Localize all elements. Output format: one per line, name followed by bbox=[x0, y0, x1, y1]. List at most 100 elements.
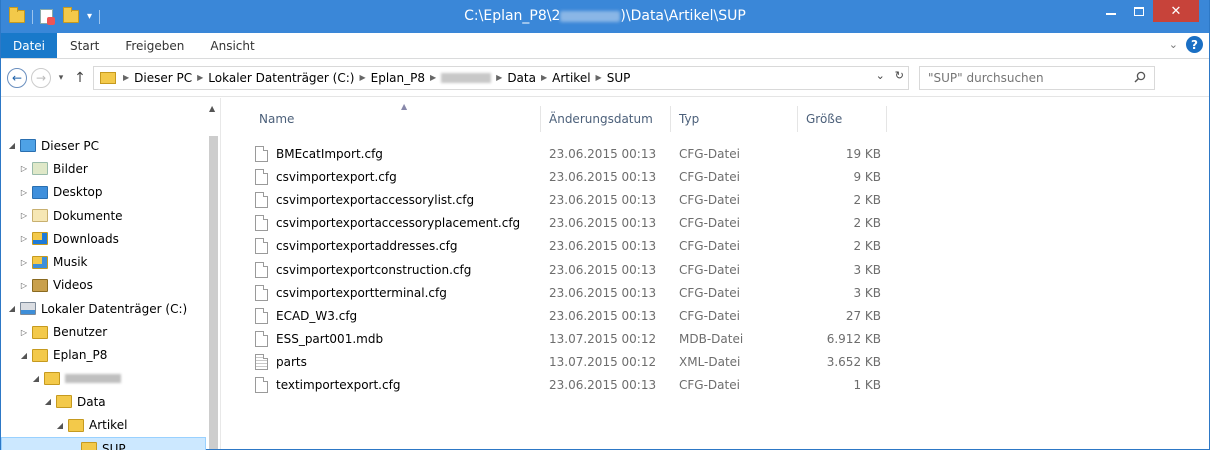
expander-icon[interactable]: ▷ bbox=[19, 188, 29, 197]
tree-item[interactable]: ◢ Artikel bbox=[1, 414, 206, 437]
close-button[interactable]: ✕ bbox=[1153, 0, 1199, 22]
forward-button[interactable]: → bbox=[31, 67, 51, 88]
maximize-button[interactable] bbox=[1125, 0, 1153, 22]
file-row[interactable]: csvimportexport.cfg 23.06.2015 00:13 CFG-D… bbox=[251, 165, 887, 188]
file-icon bbox=[255, 145, 268, 162]
scrollbar-thumb[interactable] bbox=[209, 136, 218, 449]
customize-toolbar-icon[interactable]: ▾ bbox=[87, 11, 92, 22]
tree-item[interactable]: ◢ Data bbox=[1, 390, 206, 413]
folder-icon bbox=[32, 348, 48, 362]
breadcrumb-data[interactable]: Data bbox=[507, 71, 536, 85]
breadcrumb-eplan-p8[interactable]: Eplan_P8 bbox=[371, 71, 425, 85]
file-row[interactable]: ECAD_W3.cfg 23.06.2015 00:13 CFG-Datei 27 K… bbox=[251, 304, 887, 327]
address-dropdown-icon[interactable]: ⌄ bbox=[876, 69, 885, 82]
file-name: parts bbox=[276, 355, 307, 370]
tree-item[interactable]: ▷ Bilder bbox=[1, 157, 206, 180]
expander-icon[interactable]: ▷ bbox=[19, 211, 29, 220]
file-size: 2 KB bbox=[853, 239, 881, 254]
file-row[interactable]: csvimportexportaddresses.cfg 23.06.2015 0… bbox=[251, 235, 887, 258]
tree-item-label: Musik bbox=[53, 255, 88, 270]
tab-start[interactable]: Start bbox=[57, 33, 112, 58]
tree-item-label: Data bbox=[77, 394, 106, 409]
tree-item[interactable]: ◢ Lokaler Datenträger (C:) bbox=[1, 297, 206, 320]
tab-datei[interactable]: Datei bbox=[1, 33, 58, 58]
file-row[interactable]: csvimportexportconstruction.cfg 23.06.201… bbox=[251, 258, 887, 281]
column-header-type[interactable]: Typ bbox=[671, 106, 798, 132]
tree-item[interactable]: SUP bbox=[1, 436, 206, 450]
search-icon[interactable] bbox=[1134, 71, 1146, 83]
help-icon[interactable]: ? bbox=[1186, 36, 1203, 53]
file-date: 23.06.2015 00:13 bbox=[549, 146, 657, 161]
tree-item-label: Downloads bbox=[53, 231, 119, 246]
tab-freigeben[interactable]: Freigeben bbox=[112, 33, 197, 58]
up-button[interactable]: ↑ bbox=[71, 70, 89, 86]
column-header-date[interactable]: Änderungsdatum bbox=[541, 106, 671, 132]
search-input[interactable] bbox=[928, 70, 1118, 85]
tree-item[interactable]: ◢ Dieser PC bbox=[1, 134, 206, 157]
file-row[interactable]: csvimportexportterminal.cfg 23.06.2015 00… bbox=[251, 281, 887, 304]
navigation-pane-scrollbar[interactable]: ▲ bbox=[206, 98, 220, 449]
breadcrumb-separator[interactable]: ▶ bbox=[496, 73, 502, 82]
expander-icon[interactable]: ▷ bbox=[19, 234, 29, 243]
tree-item[interactable]: ▷ Videos bbox=[1, 274, 206, 297]
scroll-up-icon[interactable]: ▲ bbox=[209, 104, 215, 113]
drive-icon bbox=[20, 302, 36, 316]
breadcrumb-separator[interactable]: ▶ bbox=[197, 73, 203, 82]
tab-ansicht[interactable]: Ansicht bbox=[197, 33, 267, 58]
column-header-size[interactable]: Größe bbox=[798, 106, 887, 132]
minimize-button[interactable] bbox=[1097, 0, 1125, 22]
expander-icon[interactable]: ◢ bbox=[19, 351, 29, 360]
quick-access-toolbar: ▾ bbox=[1, 0, 103, 33]
tree-item[interactable]: ▷ Benutzer bbox=[1, 320, 206, 343]
file-row[interactable]: textimportexport.cfg 23.06.2015 00:13 CFG-… bbox=[251, 374, 887, 397]
tree-item[interactable]: ◢ Eplan_P8 bbox=[1, 344, 206, 367]
expander-icon[interactable]: ▷ bbox=[19, 164, 29, 173]
tree-item[interactable]: ▷ Desktop bbox=[1, 181, 206, 204]
file-row[interactable]: csvimportexportaccessorylist.cfg 23.06.20… bbox=[251, 188, 887, 211]
expander-icon[interactable]: ◢ bbox=[31, 374, 41, 383]
file-row[interactable]: BMEcatImport.cfg 23.06.2015 00:13 CFG-Date… bbox=[251, 142, 887, 165]
breadcrumb-dieser-pc[interactable]: Dieser PC bbox=[134, 71, 192, 85]
file-type: XML-Datei bbox=[679, 355, 741, 370]
expander-icon[interactable]: ▷ bbox=[19, 281, 29, 290]
expander-icon[interactable]: ▷ bbox=[19, 328, 29, 337]
expander-icon[interactable]: ◢ bbox=[55, 421, 65, 430]
tree-item[interactable]: ◢ bbox=[1, 367, 206, 390]
recent-locations-button[interactable]: ▾ bbox=[55, 73, 67, 83]
expander-icon[interactable]: ▷ bbox=[19, 258, 29, 267]
file-icon bbox=[255, 261, 268, 278]
expand-ribbon-icon[interactable]: ⌄ bbox=[1169, 38, 1178, 51]
tree-item[interactable]: ▷ Musik bbox=[1, 250, 206, 273]
breadcrumb-separator[interactable]: ▶ bbox=[596, 73, 602, 82]
new-folder-icon[interactable] bbox=[63, 7, 79, 23]
file-date: 13.07.2015 00:12 bbox=[549, 332, 657, 347]
file-row[interactable]: ESS_part001.mdb 13.07.2015 00:12 MDB-Datei… bbox=[251, 328, 887, 351]
file-icon bbox=[255, 238, 268, 255]
file-name: csvimportexport.cfg bbox=[276, 169, 397, 184]
breadcrumb-redacted[interactable] bbox=[441, 72, 492, 83]
explorer-window: ▾ C:\Eplan_P8\2)\Data\Artikel\SUP ✕ Date… bbox=[0, 0, 1210, 450]
breadcrumb-drive-c[interactable]: Lokaler Datenträger (C:) bbox=[208, 71, 354, 85]
back-button[interactable]: ← bbox=[7, 67, 27, 88]
expander-icon[interactable]: ◢ bbox=[43, 397, 53, 406]
breadcrumb-separator[interactable]: ▶ bbox=[541, 73, 547, 82]
breadcrumb-separator[interactable]: ▶ bbox=[123, 73, 129, 82]
breadcrumb-artikel[interactable]: Artikel bbox=[552, 71, 590, 85]
breadcrumb-separator[interactable]: ▶ bbox=[359, 73, 365, 82]
file-row[interactable]: csvimportexportaccessoryplacement.cfg 23.… bbox=[251, 212, 887, 235]
expander-icon[interactable]: ◢ bbox=[7, 304, 17, 313]
properties-icon[interactable] bbox=[40, 9, 55, 25]
file-size: 3 KB bbox=[853, 285, 881, 300]
expander-icon[interactable]: ◢ bbox=[7, 141, 17, 150]
breadcrumb-sup[interactable]: SUP bbox=[607, 71, 631, 85]
file-row[interactable]: parts 13.07.2015 00:12 XML-Datei 3.652 KB bbox=[251, 351, 887, 374]
column-header-name[interactable]: ▲ Name bbox=[251, 102, 541, 132]
refresh-icon[interactable]: ↻ bbox=[895, 69, 904, 82]
breadcrumb-separator[interactable]: ▶ bbox=[430, 73, 436, 82]
tree-item[interactable]: ▷ Downloads bbox=[1, 227, 206, 250]
file-size: 27 KB bbox=[845, 308, 881, 323]
file-size: 2 KB bbox=[853, 192, 881, 207]
search-box[interactable] bbox=[919, 65, 1155, 90]
tree-item[interactable]: ▷ Dokumente bbox=[1, 204, 206, 227]
address-bar[interactable]: ▶ Dieser PC ▶ Lokaler Datenträger (C:) ▶… bbox=[93, 65, 909, 90]
